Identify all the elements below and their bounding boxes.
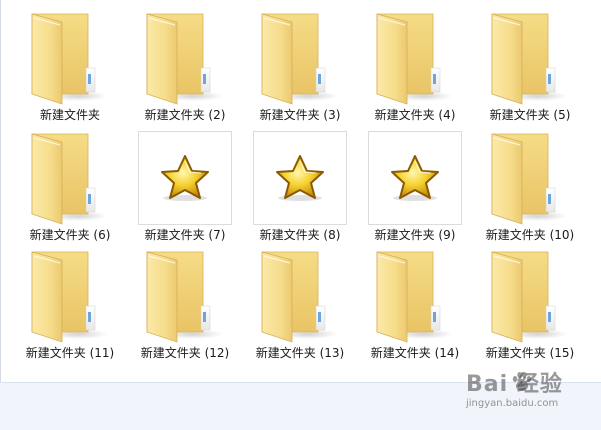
thumbnail-frame bbox=[368, 131, 462, 225]
item-label: 新建文件夹 (5) bbox=[489, 108, 571, 122]
folder-icon bbox=[133, 10, 237, 106]
item-label: 新建文件夹 (15) bbox=[485, 346, 575, 360]
star-icon bbox=[139, 132, 231, 224]
item-label: 新建文件夹 (14) bbox=[370, 346, 460, 360]
star-icon bbox=[254, 132, 346, 224]
folder-icon bbox=[18, 10, 122, 106]
watermark: Bai 经验 jingyan.baidu.com bbox=[462, 364, 597, 420]
folder-icon bbox=[478, 10, 582, 106]
folder-item[interactable]: 新建文件夹 (12) bbox=[133, 248, 237, 360]
item-label: 新建文件夹 (10) bbox=[485, 228, 575, 242]
folder-icon bbox=[363, 248, 467, 344]
star-thumbnail bbox=[358, 130, 462, 226]
folder-icon bbox=[248, 248, 352, 344]
item-label: 新建文件夹 (2) bbox=[144, 108, 226, 122]
item-label: 新建文件夹 (12) bbox=[140, 346, 230, 360]
item-label: 新建文件夹 (13) bbox=[255, 346, 345, 360]
item-label: 新建文件夹 (3) bbox=[259, 108, 341, 122]
item-label: 新建文件夹 (4) bbox=[374, 108, 456, 122]
star-thumbnail bbox=[243, 130, 347, 226]
item-label: 新建文件夹 (7) bbox=[144, 228, 226, 242]
folder-item[interactable]: 新建文件夹 (4) bbox=[363, 10, 467, 122]
folder-item[interactable]: 新建文件夹 (2) bbox=[133, 10, 237, 122]
folder-icon bbox=[248, 10, 352, 106]
folder-item[interactable]: 新建文件夹 (15) bbox=[478, 248, 582, 360]
star-item[interactable]: 新建文件夹 (7) bbox=[128, 130, 232, 242]
folder-icon bbox=[18, 248, 122, 344]
item-label: 新建文件夹 (6) bbox=[29, 228, 111, 242]
folder-icon bbox=[478, 130, 582, 226]
item-label: 新建文件夹 bbox=[39, 108, 100, 122]
folder-icon bbox=[478, 248, 582, 344]
thumbnail-frame bbox=[138, 131, 232, 225]
thumbnail-frame bbox=[253, 131, 347, 225]
star-thumbnail bbox=[128, 130, 232, 226]
file-grid: 新建文件夹 新建文件夹 (2) 新建文件夹 (3) 新建文件夹 (4) 新建文件… bbox=[0, 0, 601, 382]
paw-logo-icon bbox=[512, 372, 532, 391]
folder-item[interactable]: 新建文件夹 (11) bbox=[18, 248, 122, 360]
folder-item[interactable]: 新建文件夹 (13) bbox=[248, 248, 352, 360]
item-label: 新建文件夹 (9) bbox=[374, 228, 456, 242]
folder-icon bbox=[133, 248, 237, 344]
folder-item[interactable]: 新建文件夹 (6) bbox=[18, 130, 122, 242]
folder-item[interactable]: 新建文件夹 bbox=[18, 10, 122, 122]
folder-icon bbox=[18, 130, 122, 226]
star-item[interactable]: 新建文件夹 (8) bbox=[243, 130, 347, 242]
star-icon bbox=[369, 132, 461, 224]
item-label: 新建文件夹 (8) bbox=[259, 228, 341, 242]
star-item[interactable]: 新建文件夹 (9) bbox=[358, 130, 462, 242]
folder-item[interactable]: 新建文件夹 (3) bbox=[248, 10, 352, 122]
folder-icon bbox=[363, 10, 467, 106]
watermark-url: jingyan.baidu.com bbox=[466, 398, 559, 409]
item-label: 新建文件夹 (11) bbox=[25, 346, 115, 360]
folder-item[interactable]: 新建文件夹 (10) bbox=[478, 130, 582, 242]
folder-item[interactable]: 新建文件夹 (14) bbox=[363, 248, 467, 360]
folder-item[interactable]: 新建文件夹 (5) bbox=[478, 10, 582, 122]
